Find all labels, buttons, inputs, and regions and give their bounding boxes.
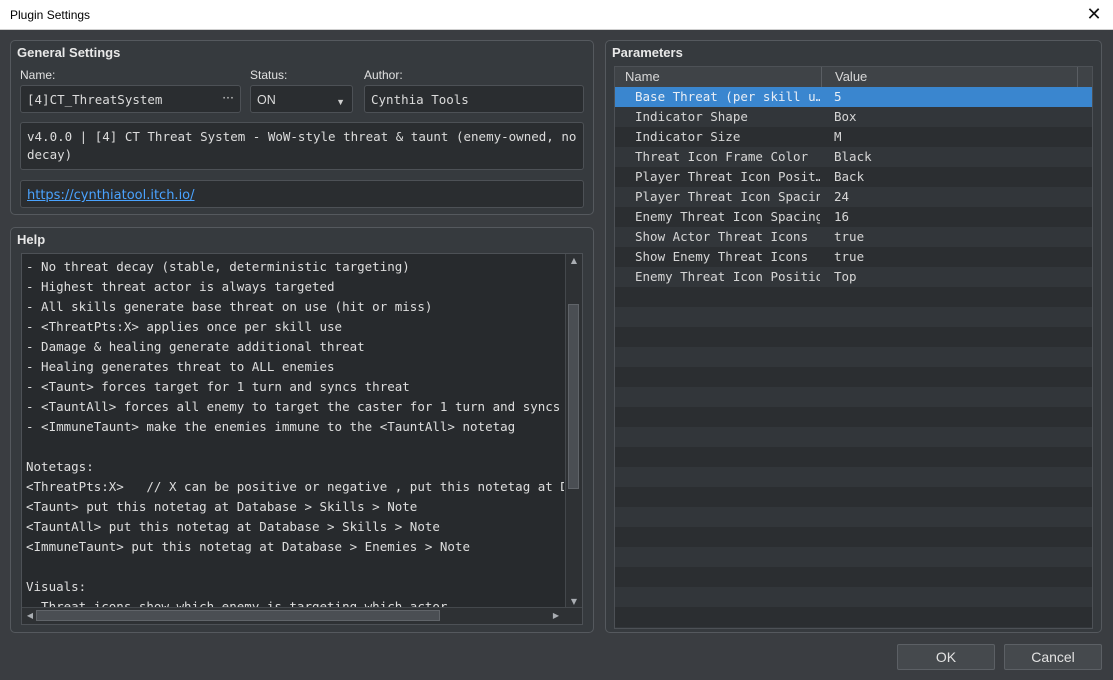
ok-button[interactable]: OK <box>897 644 995 670</box>
param-row[interactable]: Indicator Shape Box <box>615 107 1092 127</box>
param-row[interactable]: Enemy Threat Icon Spacing 16 <box>615 207 1092 227</box>
param-row[interactable]: Player Threat Icon Spacing 24 <box>615 187 1092 207</box>
status-select[interactable]: ON ▼ <box>250 85 353 113</box>
param-name: Player Threat Icon Spacing <box>635 189 820 204</box>
general-settings-panel: General Settings Name: [4]CT_ThreatSyste… <box>10 40 594 215</box>
param-value: Black <box>834 149 872 164</box>
general-settings-heading: General Settings <box>17 45 121 60</box>
horizontal-scrollbar[interactable]: ◀ ▶ <box>22 607 582 624</box>
param-value: 24 <box>834 189 850 204</box>
param-value: Box <box>834 109 857 124</box>
author-field[interactable]: Cynthia Tools <box>364 85 584 113</box>
param-row[interactable]: Base Threat (per skill u… 5 <box>615 87 1092 107</box>
plugin-url-link[interactable]: https://cynthiatool.itch.io/ <box>27 188 195 203</box>
param-row[interactable]: Show Enemy Threat Icons true <box>615 247 1092 267</box>
horizontal-scroll-thumb[interactable] <box>36 610 440 621</box>
parameters-panel: Parameters Name Value Base Threat (per s… <box>605 40 1102 633</box>
param-value: M <box>834 129 842 144</box>
status-value: ON <box>257 93 276 107</box>
param-value: true <box>834 249 865 264</box>
scroll-right-icon[interactable]: ▶ <box>548 611 564 620</box>
param-value: 16 <box>834 209 850 224</box>
description-text: v4.0.0 | [4] CT Threat System - WoW-styl… <box>27 129 577 162</box>
scroll-up-icon[interactable]: ▲ <box>566 256 582 265</box>
param-name: Player Threat Icon Posit… <box>635 169 820 184</box>
table-header: Name Value <box>615 67 1092 88</box>
window-title: Plugin Settings <box>10 8 91 22</box>
url-field: https://cynthiatool.itch.io/ <box>20 180 584 208</box>
author-value: Cynthia Tools <box>371 92 469 107</box>
help-textarea[interactable]: - No threat decay (stable, deterministic… <box>21 253 583 625</box>
param-name: Show Enemy Threat Icons <box>635 249 809 264</box>
column-divider <box>1077 67 1078 87</box>
param-name: Indicator Shape <box>635 109 748 124</box>
close-icon[interactable]: ✕ <box>1083 4 1105 26</box>
param-name: Base Threat (per skill u… <box>635 89 820 104</box>
parameters-table: Name Value Base Threat (per skill u… 5 I… <box>614 66 1093 629</box>
column-header-value[interactable]: Value <box>835 69 867 84</box>
param-value: Back <box>834 169 865 184</box>
name-label: Name: <box>20 68 56 82</box>
description-field[interactable]: v4.0.0 | [4] CT Threat System - WoW-styl… <box>20 122 584 170</box>
title-bar: Plugin Settings ✕ <box>0 0 1113 30</box>
param-value: Top <box>834 269 857 284</box>
param-name: Enemy Threat Icon Position <box>635 269 820 284</box>
param-value: true <box>834 229 865 244</box>
status-label: Status: <box>250 68 288 82</box>
author-label: Author: <box>364 68 403 82</box>
param-row[interactable]: Show Actor Threat Icons true <box>615 227 1092 247</box>
param-row[interactable]: Enemy Threat Icon Position Top <box>615 267 1092 287</box>
param-name: Enemy Threat Icon Spacing <box>635 209 820 224</box>
cancel-button[interactable]: Cancel <box>1004 644 1102 670</box>
scroll-down-icon[interactable]: ▼ <box>566 597 582 606</box>
param-name: Show Actor Threat Icons <box>635 229 809 244</box>
vertical-scrollbar[interactable]: ▲ ▼ <box>565 254 582 608</box>
vertical-scroll-thumb[interactable] <box>568 304 579 489</box>
browse-button[interactable]: ··· <box>222 89 234 107</box>
param-row[interactable]: Indicator Size M <box>615 127 1092 147</box>
column-header-name[interactable]: Name <box>625 69 660 84</box>
param-row[interactable]: Player Threat Icon Posit… Back <box>615 167 1092 187</box>
parameters-heading: Parameters <box>612 45 683 60</box>
param-value: 5 <box>834 89 842 104</box>
name-value: [4]CT_ThreatSystem <box>27 92 163 107</box>
column-divider <box>821 67 822 87</box>
param-name: Indicator Size <box>635 129 741 144</box>
chevron-down-icon: ▼ <box>336 97 345 107</box>
help-text: - No threat decay (stable, deterministic… <box>26 259 564 607</box>
help-heading: Help <box>17 232 46 247</box>
help-panel: Help - No threat decay (stable, determin… <box>10 227 594 633</box>
param-name: Threat Icon Frame Color <box>635 149 809 164</box>
param-row[interactable]: Threat Icon Frame Color Black <box>615 147 1092 167</box>
name-field[interactable]: [4]CT_ThreatSystem ··· <box>20 85 241 113</box>
